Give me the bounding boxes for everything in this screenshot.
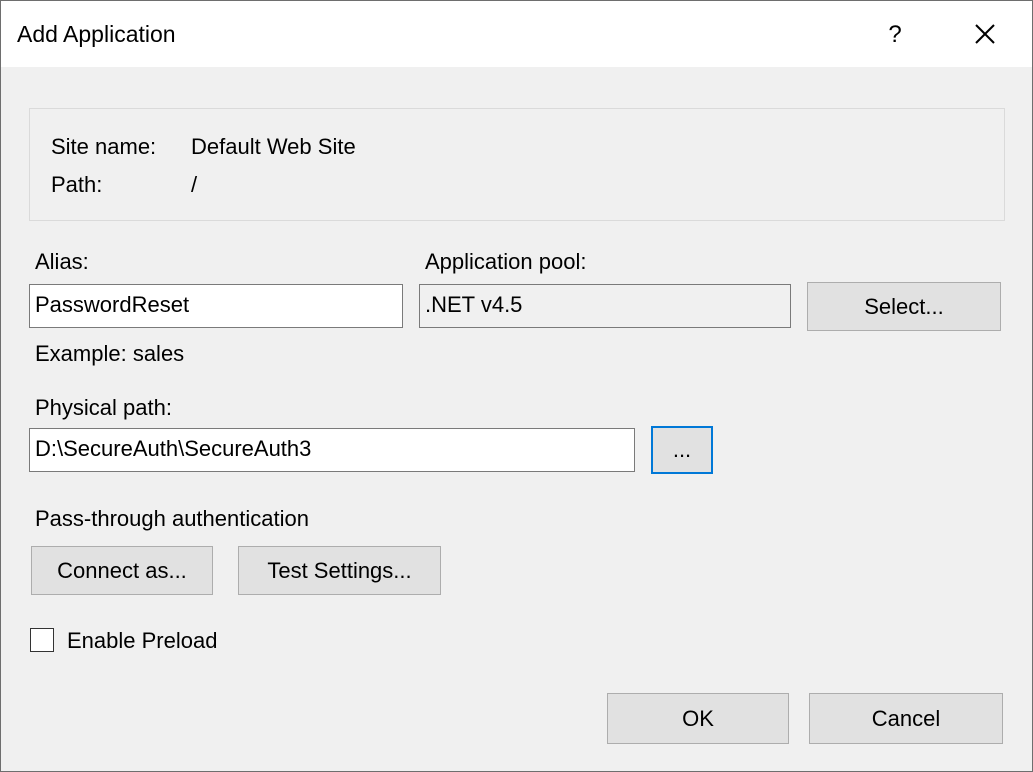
add-application-dialog: Add Application ? Site name: Default Web… bbox=[0, 0, 1033, 772]
close-icon[interactable] bbox=[963, 15, 1007, 55]
physical-path-input[interactable]: D:\SecureAuth\SecureAuth3 bbox=[29, 428, 635, 472]
select-app-pool-button[interactable]: Select... bbox=[807, 282, 1001, 331]
connect-as-button[interactable]: Connect as... bbox=[31, 546, 213, 595]
site-info-box bbox=[29, 108, 1005, 221]
application-pool-field: .NET v4.5 bbox=[419, 284, 791, 328]
cancel-button[interactable]: Cancel bbox=[809, 693, 1003, 744]
application-pool-label: Application pool: bbox=[425, 249, 587, 274]
browse-path-button[interactable]: ... bbox=[651, 426, 713, 474]
title-bar: Add Application ? bbox=[1, 1, 1032, 67]
pass-through-auth-label: Pass-through authentication bbox=[35, 506, 309, 531]
enable-preload-label[interactable]: Enable Preload bbox=[67, 628, 217, 654]
alias-example-text: Example: sales bbox=[35, 341, 185, 366]
enable-preload-checkbox[interactable] bbox=[30, 628, 54, 652]
help-icon[interactable]: ? bbox=[873, 15, 917, 55]
path-value: / bbox=[191, 172, 198, 197]
test-settings-button[interactable]: Test Settings... bbox=[238, 546, 441, 595]
physical-path-label: Physical path: bbox=[35, 395, 172, 420]
alias-input[interactable]: PasswordReset bbox=[29, 284, 403, 328]
alias-label: Alias: bbox=[35, 249, 89, 274]
site-name-value: Default Web Site bbox=[191, 134, 356, 159]
site-name-label: Site name: bbox=[51, 134, 157, 159]
path-label: Path: bbox=[51, 172, 103, 197]
dialog-title: Add Application bbox=[17, 21, 176, 47]
ok-button[interactable]: OK bbox=[607, 693, 789, 744]
